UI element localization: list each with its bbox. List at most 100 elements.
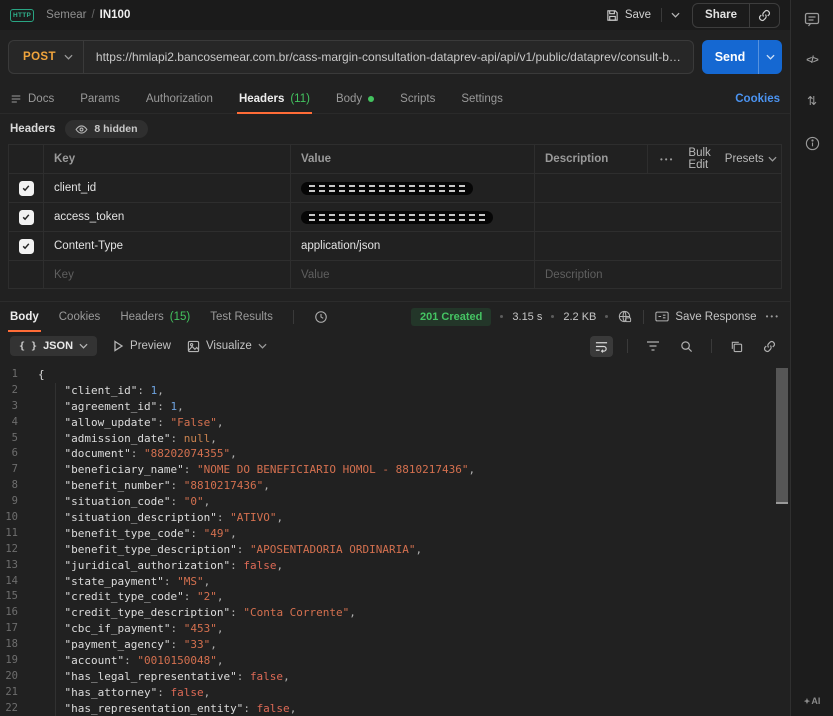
- headers-section-bar: Headers 8 hidden: [0, 114, 790, 144]
- header-key-cell[interactable]: client_id: [44, 174, 291, 202]
- wrap-text-icon[interactable]: [590, 336, 613, 357]
- response-meta: 201 Created 3.15 s 2.2 KB Sa: [411, 308, 780, 326]
- save-label: Save: [625, 9, 651, 21]
- save-icon: [606, 9, 619, 22]
- code-line: 14 "state_payment": "MS",: [0, 574, 790, 590]
- new-key-input[interactable]: Key: [44, 261, 291, 288]
- copy-link-button[interactable]: [750, 9, 779, 22]
- copy-icon[interactable]: [726, 336, 747, 357]
- divider: [627, 339, 628, 353]
- code-line: 13 "juridical_authorization": false,: [0, 558, 790, 574]
- breadcrumb-workspace[interactable]: Semear: [46, 9, 86, 21]
- response-size: 2.2 KB: [563, 311, 596, 323]
- cookies-link[interactable]: Cookies: [735, 93, 780, 105]
- headers-section-title: Headers: [10, 123, 55, 135]
- new-description-input[interactable]: Description: [535, 261, 781, 288]
- response-more-options-icon[interactable]: •••: [766, 312, 780, 321]
- tab-headers[interactable]: Headers (11): [239, 84, 310, 114]
- chevron-down-icon: [79, 343, 88, 349]
- request-tabs: Docs Params Authorization Headers (11) B…: [0, 84, 790, 114]
- image-icon: [187, 340, 200, 353]
- code-line: 4 "allow_update": "False",: [0, 415, 790, 431]
- tab-body[interactable]: Body: [336, 84, 374, 114]
- row-checkbox[interactable]: [19, 181, 34, 196]
- code-line: 10 "situation_description": "ATIVO",: [0, 510, 790, 526]
- app-window: HTTP Semear / IN100 Save Share: [0, 0, 833, 716]
- response-tab-test-results[interactable]: Test Results: [210, 302, 273, 332]
- response-time: 3.15 s: [512, 311, 542, 323]
- braces-icon: { }: [19, 341, 37, 352]
- right-rail: </> ⇅ ✦ AI: [790, 0, 833, 716]
- save-button[interactable]: Save: [606, 8, 682, 22]
- header-key-cell[interactable]: access_token: [44, 203, 291, 231]
- send-button[interactable]: Send: [702, 40, 782, 74]
- column-value: Value: [291, 145, 535, 173]
- response-tab-headers[interactable]: Headers (15): [120, 302, 190, 332]
- header-description-cell[interactable]: [535, 232, 781, 260]
- network-info-icon[interactable]: [617, 309, 632, 324]
- preview-button[interactable]: Preview: [113, 340, 171, 352]
- share-button[interactable]: Share: [693, 9, 749, 21]
- code-line: 5 "admission_date": null,: [0, 431, 790, 447]
- response-body-json: 1{2 "client_id": 1,3 "agreement_id": 1,4…: [0, 361, 790, 716]
- header-key-cell[interactable]: Content-Type: [44, 232, 291, 260]
- code-snippet-icon[interactable]: </>: [806, 55, 817, 66]
- response-tab-cookies[interactable]: Cookies: [59, 302, 101, 332]
- headers-table: Key Value Description ••• Bulk Edit Pres…: [8, 144, 782, 289]
- send-options-button[interactable]: [758, 40, 782, 74]
- tab-authorization[interactable]: Authorization: [146, 84, 213, 114]
- bulk-edit-button[interactable]: Bulk Edit: [688, 147, 710, 171]
- response-tab-body[interactable]: Body: [10, 302, 39, 332]
- filter-icon[interactable]: [642, 336, 664, 356]
- header-value-cell[interactable]: application/json: [291, 232, 535, 260]
- link-icon[interactable]: [759, 336, 780, 357]
- search-icon[interactable]: [676, 336, 697, 357]
- history-icon[interactable]: [314, 310, 328, 324]
- code-line: 22 "has_representation_entity": false,: [0, 701, 790, 716]
- hidden-headers-toggle[interactable]: 8 hidden: [65, 120, 147, 138]
- new-value-input[interactable]: Value: [291, 261, 535, 288]
- row-checkbox[interactable]: [19, 210, 34, 225]
- postbot-ai-icon[interactable]: ✦ AI: [804, 696, 821, 706]
- save-response-button[interactable]: Save Response: [655, 311, 756, 323]
- code-line: 6 "document": "88202074355",: [0, 446, 790, 462]
- url-input[interactable]: https://hmlapi2.bancosemear.com.br/cass-…: [84, 50, 693, 64]
- tab-scripts[interactable]: Scripts: [400, 84, 435, 114]
- comments-icon[interactable]: [804, 12, 820, 27]
- url-bar: POST https://hmlapi2.bancosemear.com.br/…: [8, 40, 694, 74]
- code-line: 9 "situation_code": "0",: [0, 494, 790, 510]
- code-line: 16 "credit_type_description": "Conta Cor…: [0, 605, 790, 621]
- header-value-cell[interactable]: [291, 174, 535, 202]
- visualize-button[interactable]: Visualize: [187, 340, 267, 353]
- divider: [711, 339, 712, 353]
- code-line: 19 "account": "0010150048",: [0, 653, 790, 669]
- header-description-cell[interactable]: [535, 203, 781, 231]
- info-icon[interactable]: [805, 136, 820, 151]
- code-line: 21 "has_attorney": false,: [0, 685, 790, 701]
- main-panel: HTTP Semear / IN100 Save Share: [0, 0, 790, 716]
- table-row: client_id: [9, 174, 781, 203]
- tab-docs[interactable]: Docs: [10, 84, 54, 114]
- request-swap-icon[interactable]: ⇅: [807, 94, 817, 108]
- tab-settings[interactable]: Settings: [461, 84, 503, 114]
- divider: [293, 310, 294, 324]
- method-label: POST: [23, 51, 56, 63]
- scrollbar-thumb[interactable]: [776, 368, 788, 504]
- row-checkbox[interactable]: [19, 239, 34, 254]
- breadcrumb-request-name[interactable]: IN100: [100, 9, 131, 21]
- column-description: Description: [535, 145, 647, 173]
- share-group: Share: [692, 3, 780, 28]
- body-modified-dot: [368, 96, 374, 102]
- chevron-down-icon: [64, 54, 73, 60]
- format-dropdown[interactable]: { } JSON: [10, 336, 97, 356]
- save-options-button[interactable]: [661, 8, 682, 22]
- tab-params[interactable]: Params: [80, 84, 120, 114]
- redacted-value: [301, 182, 473, 195]
- header-value-cell[interactable]: [291, 203, 535, 231]
- header-description-cell[interactable]: [535, 174, 781, 202]
- more-options-icon[interactable]: •••: [660, 155, 674, 164]
- status-badge: 201 Created: [411, 308, 491, 326]
- presets-dropdown[interactable]: Presets: [725, 153, 777, 165]
- topbar-actions: Save Share: [606, 3, 780, 28]
- method-selector[interactable]: POST: [9, 51, 83, 63]
